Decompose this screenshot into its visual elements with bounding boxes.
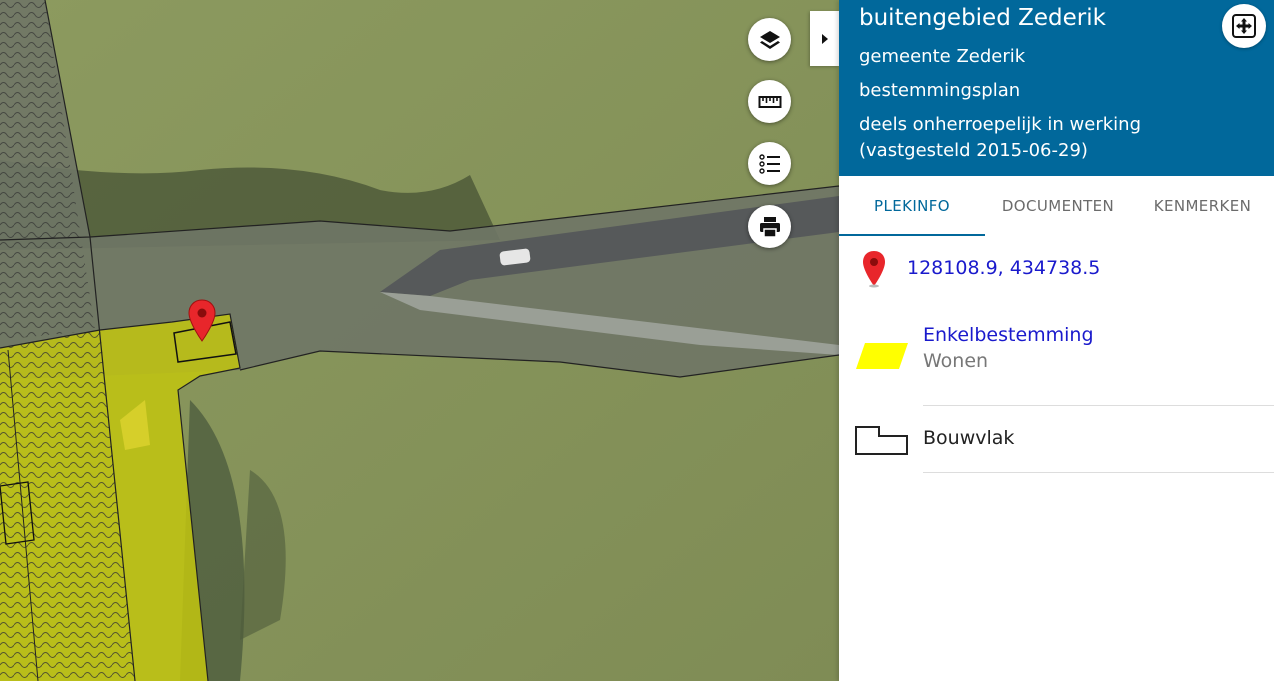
map-view[interactable] [0, 0, 839, 681]
location-pin-icon [863, 251, 885, 288]
ruler-icon [758, 95, 781, 108]
fullscreen-button[interactable] [1222, 4, 1266, 48]
tab-documenten[interactable]: DOCUMENTEN [985, 176, 1131, 236]
bouwvlak-label: Bouwvlak [923, 427, 1015, 449]
landuse-value: Wonen [923, 350, 989, 372]
bouwvlak-outline-icon [855, 426, 908, 455]
print-button[interactable] [748, 205, 791, 248]
landuse-yellow-swatch [856, 343, 908, 369]
tab-plekinfo[interactable]: PLEKINFO [839, 176, 985, 236]
aerial-map [0, 0, 839, 681]
layers-icon [759, 30, 780, 49]
measure-button[interactable] [748, 80, 791, 123]
landuse-name-link[interactable]: Enkelbestemming [923, 324, 1094, 346]
coordinates-link[interactable]: 128108.9, 434738.5 [907, 257, 1100, 279]
expand-arrows-icon [1232, 14, 1256, 38]
caret-right-icon [821, 33, 828, 44]
plan-title: buitengebied Zederik [859, 5, 1106, 31]
plan-type-label: bestemmingsplan [859, 80, 1021, 101]
coordinates-row: 128108.9, 434738.5 [859, 250, 1259, 290]
bouwvlak-row: Bouwvlak [839, 407, 1274, 473]
panel-tabs: PLEKINFO DOCUMENTEN KENMERKEN [839, 176, 1274, 236]
legend-button[interactable] [748, 142, 791, 185]
layers-button[interactable] [748, 18, 791, 61]
legend-list-icon [758, 153, 780, 174]
landuse-row: Enkelbestemming Wonen [839, 322, 1274, 406]
location-marker-icon[interactable] [187, 299, 217, 343]
tab-kenmerken[interactable]: KENMERKEN [1131, 176, 1274, 236]
info-panel: buitengebied Zederik gemeente Zederik be… [839, 0, 1274, 681]
plan-status-label: deels onherroepelijk in werking (vastges… [859, 114, 1141, 161]
municipality-label: gemeente Zederik [859, 46, 1026, 67]
panel-header: buitengebied Zederik gemeente Zederik be… [839, 0, 1274, 176]
collapse-panel-button[interactable] [810, 11, 839, 66]
divider-mask [839, 471, 923, 473]
print-icon [759, 216, 780, 238]
